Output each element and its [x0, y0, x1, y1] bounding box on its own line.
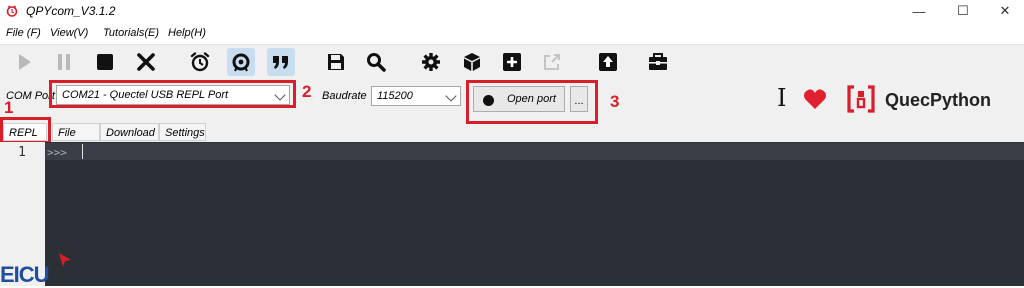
text-caret	[82, 144, 83, 159]
tab-download[interactable]: Download	[100, 123, 159, 141]
current-line-highlight	[45, 143, 1024, 160]
pause-icon	[58, 54, 70, 70]
external-link-icon	[544, 54, 560, 70]
tab-file[interactable]: File	[52, 123, 100, 141]
alarm-clock-icon	[190, 52, 210, 72]
add-icon	[503, 53, 521, 71]
pause-button[interactable]	[50, 48, 78, 76]
title-bar	[0, 0, 1024, 22]
menu-help[interactable]: Help(H)	[168, 27, 206, 39]
maximize-button[interactable]: ☐	[940, 0, 986, 22]
port-options-button[interactable]: ...	[570, 86, 588, 112]
search-button[interactable]	[362, 48, 390, 76]
baudrate-value: 115200	[377, 90, 413, 102]
quote-button[interactable]	[267, 48, 295, 76]
watermark-logo: EICU	[0, 262, 50, 287]
close-window-button[interactable]: ✕	[982, 0, 1024, 22]
run-button[interactable]	[10, 48, 38, 76]
reset-button[interactable]	[227, 48, 255, 76]
tab-settings[interactable]: Settings	[159, 123, 206, 141]
new-button[interactable]	[498, 48, 526, 76]
open-port-button[interactable]: Open port	[473, 86, 565, 112]
upload-icon	[599, 53, 617, 71]
watermark-arrow-icon	[59, 253, 71, 267]
open-port-label: Open port	[507, 93, 556, 105]
quote-icon	[273, 56, 288, 69]
baudrate-label: Baudrate	[322, 90, 367, 102]
menu-view[interactable]: View(V)	[50, 27, 88, 39]
toolbox-icon	[649, 53, 667, 70]
upload-button[interactable]	[594, 48, 622, 76]
minimize-button[interactable]: —	[896, 0, 942, 22]
port-status-dot-icon	[483, 95, 494, 106]
line-number: 1	[18, 145, 26, 160]
chevron-down-icon	[445, 90, 457, 102]
quecpython-logo-icon	[847, 85, 875, 113]
clear-button[interactable]	[132, 48, 160, 76]
menu-file[interactable]: File (F)	[6, 27, 41, 39]
app-logo-icon	[6, 5, 18, 17]
refresh-icon	[232, 53, 250, 72]
annotation-number-1: 1	[4, 98, 14, 117]
stop-icon	[97, 54, 113, 70]
save-icon	[328, 54, 344, 70]
highlight-box-1	[0, 117, 51, 144]
window-title: QPYcom_V3.1.2	[26, 4, 116, 18]
brand-name: QuecPython	[885, 90, 992, 110]
toolbox-button[interactable]	[644, 48, 672, 76]
heart-icon	[804, 89, 826, 109]
cube-icon	[464, 53, 480, 71]
search-icon	[367, 53, 386, 72]
open-link-button[interactable]	[538, 48, 566, 76]
text-cursor-icon: I	[777, 84, 787, 112]
repl-console[interactable]	[45, 142, 1024, 286]
package-button[interactable]	[458, 48, 486, 76]
annotation-number-2: 2	[302, 82, 312, 101]
save-button[interactable]	[322, 48, 350, 76]
annotation-number-3: 3	[610, 92, 620, 111]
close-x-icon	[137, 53, 155, 71]
gear-icon	[422, 53, 440, 71]
baudrate-select[interactable]: 115200	[371, 86, 461, 106]
stop-button[interactable]	[91, 48, 119, 76]
menu-tutorials[interactable]: Tutorials(E)	[103, 27, 159, 39]
timer-button[interactable]	[186, 48, 214, 76]
play-icon	[19, 54, 31, 70]
repl-prompt: >>>	[47, 146, 67, 159]
settings-button[interactable]	[417, 48, 445, 76]
highlight-box-2	[49, 80, 296, 108]
